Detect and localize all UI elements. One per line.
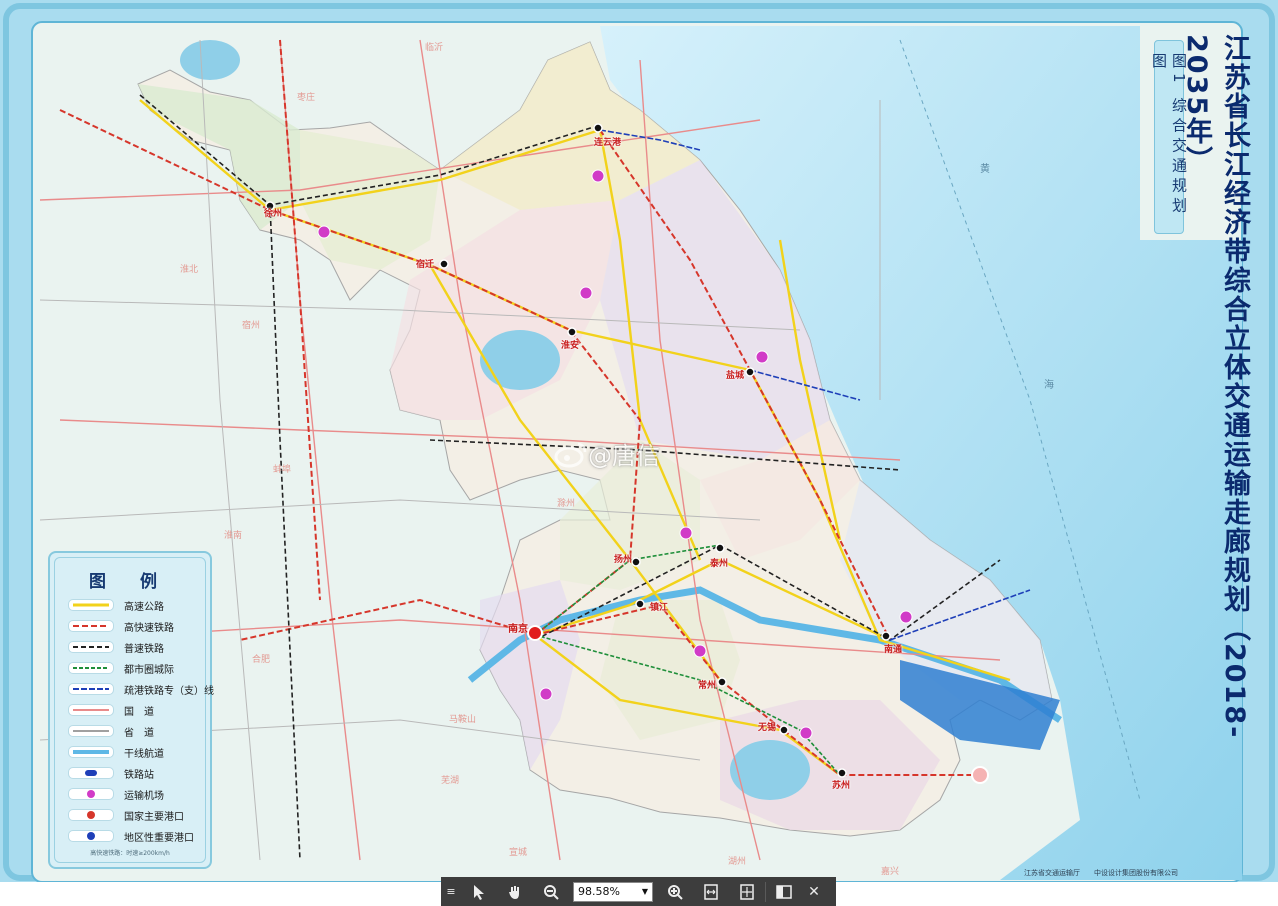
legend-label: 铁路站 <box>124 769 154 781</box>
legend-label: 都市圈城际 <box>124 664 174 676</box>
fit-page-icon[interactable] <box>729 877 765 906</box>
watermark-text: @唐信 <box>588 442 660 470</box>
provincial-road-line-icon <box>68 725 114 737</box>
city-label: 常州 <box>698 681 717 691</box>
region-label: 马鞍山 <box>449 715 477 725</box>
zoom-out-icon[interactable] <box>533 877 569 906</box>
legend-item-rail-station: 铁路站 <box>68 764 154 782</box>
legend-item-hsr: 高快速铁路 <box>68 617 174 635</box>
legend-item-airport: 运输机场 <box>68 785 164 803</box>
region-label: 合肥 <box>252 655 271 665</box>
legend-item-port-rail: 疏港铁路专（支）线 <box>68 680 214 698</box>
region-label: 湖州 <box>728 857 747 867</box>
rail-station-icon <box>68 767 114 779</box>
hand-tool-icon[interactable] <box>497 877 533 906</box>
map-frame: 徐州 连云港 宿迁 淮安 盐城 扬州 泰州 镇江 南京 常州 南通 无锡 苏州 … <box>0 0 1278 882</box>
legend-label: 国 道 <box>124 706 154 718</box>
legend-label: 高快速铁路 <box>124 622 174 634</box>
port-rail-line-icon <box>68 683 114 695</box>
legend-label: 干线航道 <box>124 748 164 760</box>
legend-label: 地区性重要港口 <box>124 832 194 844</box>
sea-label: 海 <box>1044 380 1054 391</box>
city-label: 淮安 <box>561 341 580 351</box>
rail-line-icon <box>68 641 114 653</box>
fit-width-icon[interactable] <box>693 877 729 906</box>
waterway-line-icon <box>68 746 114 758</box>
city-label: 苏州 <box>832 781 851 791</box>
region-label: 嘉兴 <box>881 867 900 877</box>
region-label: 淮北 <box>180 265 199 275</box>
legend-label: 运输机场 <box>124 790 164 802</box>
legend-item-expressway: 高速公路 <box>68 596 164 614</box>
region-label: 宿州 <box>242 321 261 331</box>
side-panel-icon[interactable] <box>766 877 802 906</box>
city-label: 扬州 <box>614 555 633 565</box>
city-label: 无锡 <box>758 723 777 733</box>
city-label: 南通 <box>884 645 903 655</box>
chevron-down-icon: ▼ <box>641 887 648 896</box>
hsr-line-icon <box>68 620 114 632</box>
close-icon[interactable]: ✕ <box>802 877 826 906</box>
map-subtitle-box: 图1 综合交通规划图 <box>1150 40 1188 234</box>
legend-item-regional-port: 地区性重要港口 <box>68 827 194 845</box>
expressway-line-icon <box>68 599 114 611</box>
region-label: 枣庄 <box>297 93 316 103</box>
select-arrow-icon[interactable] <box>461 877 497 906</box>
city-label: 连云港 <box>594 138 622 148</box>
legend-item-rail: 普速铁路 <box>68 638 164 656</box>
city-label: 泰州 <box>710 559 729 569</box>
city-label: 镇江 <box>650 603 669 613</box>
city-label: 盐城 <box>726 371 745 381</box>
legend: 图 例 高速公路 高快速铁路 普速铁路 都市圈城际 疏港铁路专（支）线 国 道 … <box>48 551 214 869</box>
legend-item-intercity: 都市圈城际 <box>68 659 174 677</box>
weibo-icon <box>554 442 587 467</box>
region-label: 淮南 <box>224 531 243 541</box>
legend-label: 普速铁路 <box>124 643 164 655</box>
region-label: 宣城 <box>509 848 528 858</box>
intercity-line-icon <box>68 662 114 674</box>
legend-label: 国家主要港口 <box>124 811 184 823</box>
zoom-select[interactable]: 98.58% ▼ <box>573 881 653 902</box>
zoom-in-icon[interactable] <box>657 877 693 906</box>
region-label: 芜湖 <box>441 776 460 786</box>
sea-label: 黄 <box>980 164 990 175</box>
legend-note: 高快速铁路：时速≥200km/h <box>90 850 170 857</box>
legend-label: 省 道 <box>124 727 154 739</box>
viewer-toolbar: ≡ 98.58% ▼ ✕ <box>441 877 836 906</box>
legend-title: 图 例 <box>89 572 171 592</box>
legend-item-national-port: 国家主要港口 <box>68 806 184 824</box>
legend-label: 高速公路 <box>124 601 164 613</box>
city-label: 南京 <box>508 624 528 635</box>
credit-designer: 中设设计集团股份有限公司 <box>1094 869 1178 877</box>
national-road-line-icon <box>68 704 114 716</box>
region-label: 滁州 <box>557 499 576 509</box>
airport-icon <box>68 788 114 800</box>
credit-publisher: 江苏省交通运输厅 <box>1024 869 1080 877</box>
zoom-value: 98.58% <box>578 885 620 898</box>
city-label: 宿迁 <box>416 260 435 270</box>
legend-item-national-road: 国 道 <box>68 701 154 719</box>
legend-label: 疏港铁路专（支）线 <box>124 685 214 697</box>
region-label: 临沂 <box>425 43 444 53</box>
watermark: @唐信 <box>554 436 660 471</box>
national-port-icon <box>68 809 114 821</box>
region-label: 蚌埠 <box>273 465 292 475</box>
legend-item-provincial-road: 省 道 <box>68 722 154 740</box>
map-title-box: 江苏省长江经济带综合立体交通运输走廊规划（2018-2035年） <box>1181 34 1250 794</box>
regional-port-icon <box>68 830 114 842</box>
legend-item-waterway: 干线航道 <box>68 743 164 761</box>
menu-icon[interactable]: ≡ <box>441 877 461 906</box>
city-label: 徐州 <box>264 209 283 219</box>
map-subtitle: 图1 综合交通规划图 <box>1150 53 1188 218</box>
